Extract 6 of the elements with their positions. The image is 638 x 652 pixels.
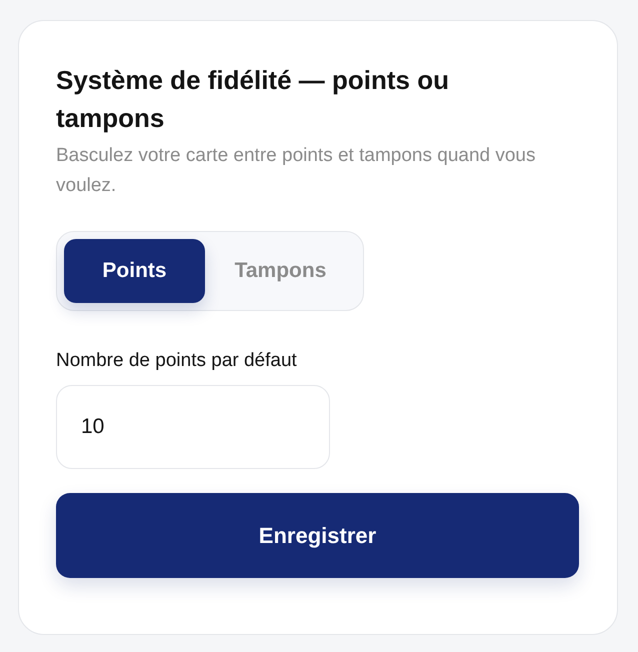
card-subtitle: Basculez votre carte entre points et tampons quand vous voulez. — [56, 144, 536, 198]
card-title: Système de fidélité — points ou tampons — [56, 64, 450, 135]
field-label: Nombre de points par défaut — [56, 349, 298, 373]
points-input[interactable]: 10 — [56, 385, 330, 469]
mode-option[interactable]: Points — [64, 239, 205, 303]
save-button[interactable]: Enregistrer — [56, 493, 579, 578]
